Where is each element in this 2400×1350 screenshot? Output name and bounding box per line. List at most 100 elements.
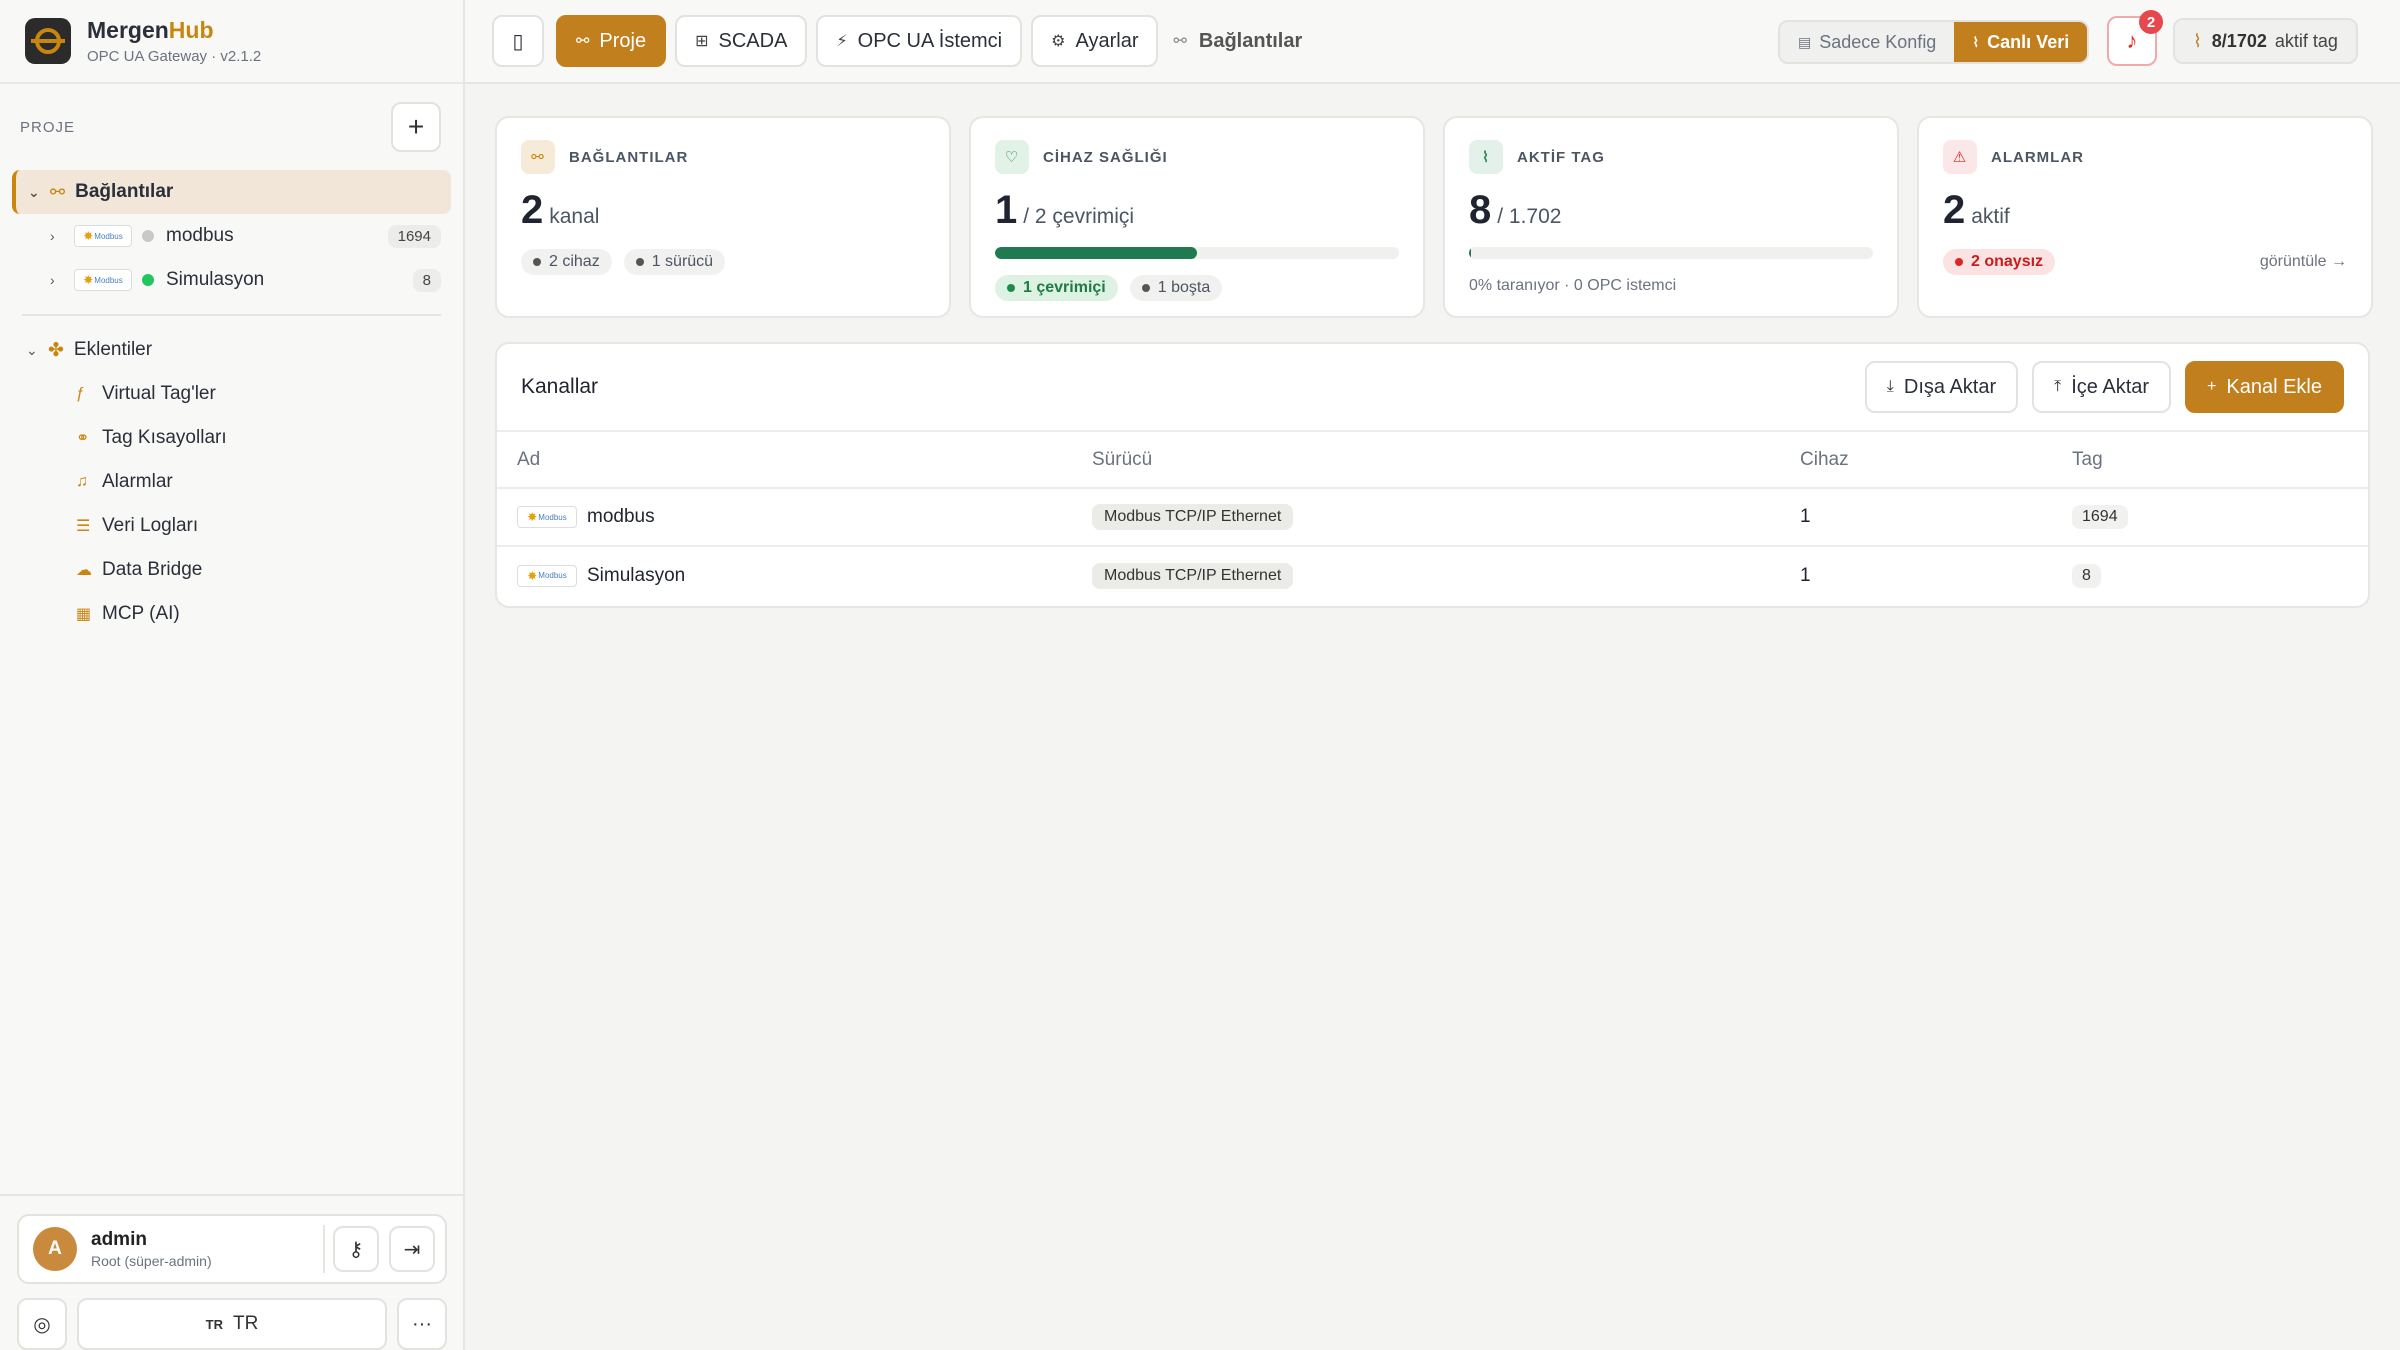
modbus-logo: ✸ Modbus [517, 506, 577, 528]
button-label: İçe Aktar [2071, 375, 2150, 398]
scan-progress-fill [1469, 247, 1472, 259]
modbus-logo: ✸ Modbus [517, 564, 577, 587]
warning-icon: ⚠ [1943, 140, 1977, 174]
plugin-data-bridge[interactable]: ☁ Data Bridge [0, 548, 463, 592]
tree-channel-modbus[interactable]: › ✸ Modbus modbus 1694 [0, 214, 463, 258]
driver-badge: Modbus TCP/IP Ethernet [1092, 504, 1294, 530]
card-title: AKTİF TAG [1517, 148, 1605, 166]
upload-icon: ⤒ [2054, 378, 2062, 395]
import-button[interactable]: ⤒ İçe Aktar [2032, 361, 2172, 413]
function-icon: ƒ [76, 385, 85, 402]
channels-panel: Kanallar ⤓ Dışa Aktar ⤒ İçe Aktar + Kanal E… [495, 342, 2370, 608]
card-title: CİHAZ SAĞLIĞI [1043, 148, 1168, 166]
online-pill: 1 çevrimiçi [995, 275, 1118, 301]
plug-icon: ⚡ [836, 33, 848, 50]
breadcrumb-label: Bağlantılar [1198, 29, 1303, 52]
ai-icon: ▦ [76, 606, 92, 623]
avatar: A [33, 1227, 77, 1271]
tab-settings[interactable]: ⚙ Ayarlar [1031, 15, 1159, 67]
file-icon: ▤ [1798, 33, 1812, 50]
table-row[interactable]: ✸ Modbus Simulasyon Modbus TCP/IP Ethernet… [497, 546, 2368, 604]
breadcrumb: ⚯ Bağlantılar [1173, 30, 1302, 53]
tree-channel-simulasyon[interactable]: › ✸ Modbus Simulasyon 8 [0, 258, 463, 302]
device-count-pill: 2 cihaz [521, 249, 612, 275]
sidebar: MergenHub OPC UA Gateway · v2.1.2 PROJE … [0, 0, 465, 1350]
button-label: Kanal Ekle [2226, 375, 2322, 398]
chevron-right-icon[interactable]: › [50, 272, 74, 288]
theme-button[interactable]: ◎ [17, 1298, 67, 1350]
column-header-tags[interactable]: Tag [2072, 432, 2368, 489]
tag-count-badge: 1694 [387, 224, 441, 248]
project-section-label: PROJE [20, 118, 76, 136]
tree-item-label: Bağlantılar [75, 181, 174, 202]
mode-live-data[interactable]: ⌇ Canlı Veri [1954, 22, 2088, 62]
logout-button[interactable]: ⇥ [389, 1226, 435, 1272]
idle-pill: 1 boşta [1129, 275, 1223, 301]
driver-badge: Modbus TCP/IP Ethernet [1092, 562, 1294, 589]
connections-icon: ⚯ [1173, 33, 1187, 50]
active-tag-status: ⌇ 8/1702 aktif tag [2173, 18, 2358, 64]
health-progress-bar [995, 247, 1399, 259]
key-button[interactable]: ⚷ [333, 1226, 379, 1272]
card-active-tag: ⌇ AKTİF TAG 8/ 1.702 0% taranıyor · 0 OPC… [1443, 116, 1899, 318]
column-header-devices[interactable]: Cihaz [1800, 432, 2072, 489]
export-button[interactable]: ⤓ Dışa Aktar [1864, 361, 2019, 413]
plus-icon: + [2207, 378, 2217, 395]
column-header-name[interactable]: Ad [497, 432, 1092, 489]
plugin-tag-shortcuts[interactable]: ⚭ Tag Kısayolları [0, 416, 463, 460]
puzzle-icon: ✤ [48, 339, 64, 361]
more-icon: ··· [412, 1312, 432, 1335]
toggle-sidebar-button[interactable]: ▯ [492, 15, 544, 67]
view-alarms-link[interactable]: görüntüle → [2260, 253, 2347, 271]
plus-icon: + [407, 111, 425, 142]
card-title: BAĞLANTILAR [569, 148, 689, 166]
user-card: A admin Root (süper-admin) ⚷ ⇥ [17, 1214, 447, 1284]
user-name: admin [91, 1229, 147, 1250]
add-project-button[interactable]: + [391, 102, 441, 152]
health-progress-fill [995, 247, 1197, 259]
plugin-alarms[interactable]: ♫ Alarmlar [0, 460, 463, 504]
tab-label: Ayarlar [1075, 29, 1139, 52]
notifications-button[interactable]: ♪ 2 [2107, 10, 2163, 66]
chevron-down-icon[interactable]: ⌄ [26, 342, 48, 359]
tree-item-plugins[interactable]: ⌄ ✤ Eklentiler [0, 328, 463, 372]
plugin-label: Data Bridge [102, 559, 203, 580]
divider [323, 1225, 325, 1273]
project-section-header: PROJE + [0, 84, 463, 170]
activity-icon: ⌇ [1972, 33, 1980, 50]
tab-label: Proje [599, 29, 647, 52]
language-button[interactable]: TR TR [77, 1298, 387, 1350]
table-row[interactable]: ✸ Modbus modbus Modbus TCP/IP Ethernet 1 1… [497, 488, 2368, 547]
tree-item-connections[interactable]: ⌄ ⚯ Bağlantılar [12, 170, 451, 214]
panel-title: Kanallar [521, 375, 599, 398]
plugins-label: Eklentiler [73, 339, 153, 360]
gear-icon: ⚙ [1051, 33, 1066, 50]
plugin-virtual-tags[interactable]: ƒ Virtual Tag'ler [0, 372, 463, 416]
active-tag-value: 8/1702 [2211, 30, 2267, 51]
notification-count-badge: 2 [2139, 10, 2163, 34]
plugin-mcp-ai[interactable]: ▦ MCP (AI) [0, 592, 463, 636]
active-tag-label: aktif tag [2274, 30, 2338, 51]
column-header-driver[interactable]: Sürücü [1092, 432, 1800, 489]
tab-opc-ua-client[interactable]: ⚡ OPC UA İstemci [816, 15, 1023, 67]
card-value: 2 [1943, 188, 1966, 232]
chevron-down-icon[interactable]: ⌄ [28, 184, 50, 201]
app-logo [25, 18, 71, 64]
chevron-right-icon[interactable]: › [50, 228, 74, 244]
card-note: 0% taranıyor · 0 OPC istemci [1469, 277, 1677, 294]
database-icon: ☰ [76, 518, 91, 535]
tab-project[interactable]: ⚯ Proje [556, 15, 667, 67]
card-alarms: ⚠ ALARMLAR 2 aktif 2 onaysız görüntüle → [1917, 116, 2373, 318]
tag-count: 8 [2072, 563, 2101, 588]
sidebar-icon: ▯ [512, 30, 524, 53]
plugin-data-logs[interactable]: ☰ Veri Logları [0, 504, 463, 548]
app-subtitle: OPC UA Gateway · v2.1.2 [87, 48, 262, 65]
modbus-logo: ✸ Modbus [74, 225, 132, 247]
card-unit: / 2 çevrimiçi [1023, 205, 1135, 228]
tab-scada[interactable]: ⊞ SCADA [675, 15, 808, 67]
tab-label: SCADA [718, 29, 788, 52]
more-button[interactable]: ··· [397, 1298, 447, 1350]
mode-config-only[interactable]: ▤ Sadece Konfig [1780, 22, 1954, 62]
add-channel-button[interactable]: + Kanal Ekle [2185, 361, 2344, 413]
link-icon: ⚭ [76, 430, 90, 447]
